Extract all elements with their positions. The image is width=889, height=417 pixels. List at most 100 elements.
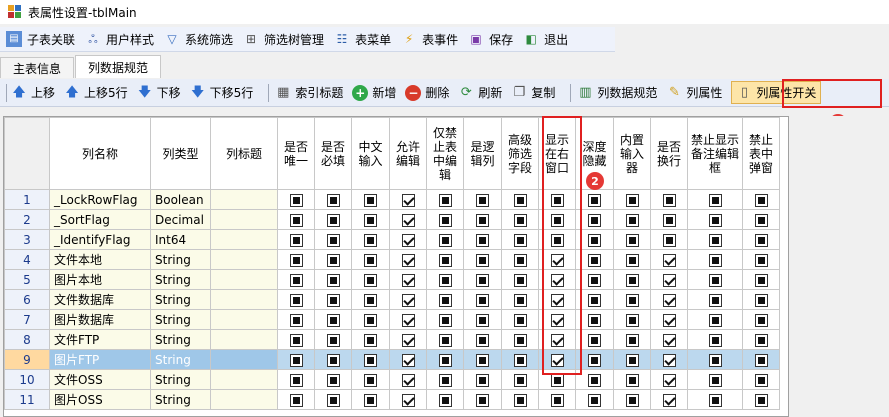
- checkbox-cell[interactable]: [650, 209, 688, 230]
- row-number[interactable]: 7: [4, 309, 50, 330]
- checkbox-indeterminate[interactable]: [625, 313, 639, 327]
- checkbox-indeterminate[interactable]: [625, 333, 639, 347]
- checkbox-indeterminate[interactable]: [364, 333, 377, 347]
- checkbox-cell[interactable]: [501, 269, 539, 290]
- column-spec-button[interactable]: ▥ 列数据规范: [577, 84, 657, 101]
- checkbox-indeterminate[interactable]: [588, 373, 601, 387]
- checkbox-indeterminate[interactable]: [326, 293, 340, 307]
- cell-type[interactable]: Decimal: [150, 209, 211, 230]
- cell-name[interactable]: _IdentifyFlag: [49, 229, 151, 250]
- checkbox-indeterminate[interactable]: [513, 193, 527, 207]
- checkbox-cell[interactable]: [314, 209, 352, 230]
- checkbox-cell[interactable]: [742, 329, 780, 350]
- column-header[interactable]: 是否唯一: [277, 117, 315, 190]
- checkbox-cell[interactable]: [742, 249, 780, 270]
- cell-name[interactable]: 文件本地: [49, 249, 151, 270]
- checkbox-indeterminate[interactable]: [625, 393, 639, 407]
- column-header[interactable]: 列标题: [210, 117, 278, 190]
- checkbox-cell[interactable]: [277, 309, 315, 330]
- checkbox-cell[interactable]: [351, 269, 390, 290]
- checkbox-cell[interactable]: [389, 329, 427, 350]
- checkbox-indeterminate[interactable]: [476, 313, 489, 327]
- checkbox-indeterminate[interactable]: [289, 213, 303, 227]
- menu-system-filter[interactable]: ▽ 系统筛选: [164, 31, 233, 48]
- cell-name[interactable]: 文件OSS: [49, 369, 151, 390]
- checkbox-indeterminate[interactable]: [289, 253, 303, 267]
- checkbox-checked[interactable]: [401, 233, 415, 247]
- checkbox-indeterminate[interactable]: [754, 213, 768, 227]
- checkbox-indeterminate[interactable]: [438, 353, 452, 367]
- checkbox-cell[interactable]: [351, 329, 390, 350]
- checkbox-indeterminate[interactable]: [754, 373, 768, 387]
- cell-title[interactable]: [210, 289, 278, 310]
- checkbox-indeterminate[interactable]: [625, 213, 639, 227]
- checkbox-cell[interactable]: [277, 249, 315, 270]
- checkbox-indeterminate[interactable]: [438, 293, 452, 307]
- checkbox-cell[interactable]: [277, 369, 315, 390]
- checkbox-checked[interactable]: [662, 313, 676, 327]
- checkbox-cell[interactable]: [426, 189, 464, 210]
- checkbox-indeterminate[interactable]: [588, 313, 601, 327]
- cell-title[interactable]: [210, 269, 278, 290]
- checkbox-indeterminate[interactable]: [476, 393, 489, 407]
- column-header[interactable]: 仅禁止表中编辑: [426, 117, 464, 190]
- checkbox-cell[interactable]: [277, 229, 315, 250]
- checkbox-cell[interactable]: [351, 229, 390, 250]
- checkbox-cell[interactable]: [501, 289, 539, 310]
- table-row[interactable]: 2 _SortFlag Decimal: [4, 209, 780, 230]
- checkbox-indeterminate[interactable]: [662, 193, 676, 207]
- checkbox-indeterminate[interactable]: [625, 353, 639, 367]
- column-header[interactable]: 是否必填: [314, 117, 352, 190]
- checkbox-cell[interactable]: [742, 189, 780, 210]
- checkbox-cell[interactable]: [650, 289, 688, 310]
- checkbox-cell[interactable]: [613, 329, 651, 350]
- checkbox-indeterminate[interactable]: [289, 273, 303, 287]
- checkbox-indeterminate[interactable]: [625, 253, 639, 267]
- column-header[interactable]: 内置输入器: [613, 117, 651, 190]
- cell-name[interactable]: 文件数据库: [49, 289, 151, 310]
- checkbox-cell[interactable]: [314, 189, 352, 210]
- checkbox-indeterminate[interactable]: [438, 393, 452, 407]
- checkbox-cell[interactable]: [742, 389, 780, 410]
- checkbox-cell[interactable]: [389, 309, 427, 330]
- cell-title[interactable]: [210, 329, 278, 350]
- checkbox-indeterminate[interactable]: [326, 333, 340, 347]
- row-number[interactable]: 1: [4, 189, 50, 210]
- checkbox-indeterminate[interactable]: [438, 193, 452, 207]
- checkbox-indeterminate[interactable]: [513, 213, 527, 227]
- checkbox-checked[interactable]: [401, 313, 415, 327]
- checkbox-indeterminate[interactable]: [708, 273, 722, 287]
- checkbox-indeterminate[interactable]: [476, 253, 489, 267]
- checkbox-indeterminate[interactable]: [438, 313, 452, 327]
- checkbox-cell[interactable]: [742, 369, 780, 390]
- checkbox-cell[interactable]: [426, 389, 464, 410]
- column-header[interactable]: 允许编辑: [389, 117, 427, 190]
- checkbox-indeterminate[interactable]: [326, 193, 340, 207]
- checkbox-cell[interactable]: [463, 189, 502, 210]
- checkbox-cell[interactable]: [687, 329, 743, 350]
- checkbox-indeterminate[interactable]: [625, 233, 639, 247]
- column-prop-button[interactable]: ✎ 列属性: [666, 84, 722, 101]
- cell-name[interactable]: 图片FTP: [49, 349, 151, 370]
- checkbox-indeterminate[interactable]: [513, 293, 527, 307]
- checkbox-cell[interactable]: [613, 349, 651, 370]
- table-row[interactable]: 6 文件数据库 String: [4, 289, 780, 310]
- column-header[interactable]: 禁止表中弹窗: [742, 117, 780, 190]
- cell-type[interactable]: String: [150, 349, 211, 370]
- checkbox-checked[interactable]: [401, 393, 415, 407]
- checkbox-indeterminate[interactable]: [754, 273, 768, 287]
- cell-type[interactable]: Int64: [150, 229, 211, 250]
- table-row[interactable]: 9 图片FTP String: [4, 349, 780, 370]
- checkbox-indeterminate[interactable]: [625, 293, 639, 307]
- checkbox-cell[interactable]: [426, 229, 464, 250]
- checkbox-cell[interactable]: [650, 329, 688, 350]
- column-grid[interactable]: 列名称 列类型 列标题 是否唯一 是否必填 中文输入 允许编辑 仅禁止表中编辑 是逻辑列 高级筛选…: [3, 116, 789, 417]
- checkbox-cell[interactable]: [351, 309, 390, 330]
- table-row[interactable]: 4 文件本地 String: [4, 249, 780, 270]
- row-number[interactable]: 8: [4, 329, 50, 350]
- checkbox-indeterminate[interactable]: [326, 253, 340, 267]
- checkbox-cell[interactable]: [687, 309, 743, 330]
- checkbox-checked[interactable]: [401, 273, 415, 287]
- checkbox-cell[interactable]: [687, 289, 743, 310]
- checkbox-indeterminate[interactable]: [326, 233, 340, 247]
